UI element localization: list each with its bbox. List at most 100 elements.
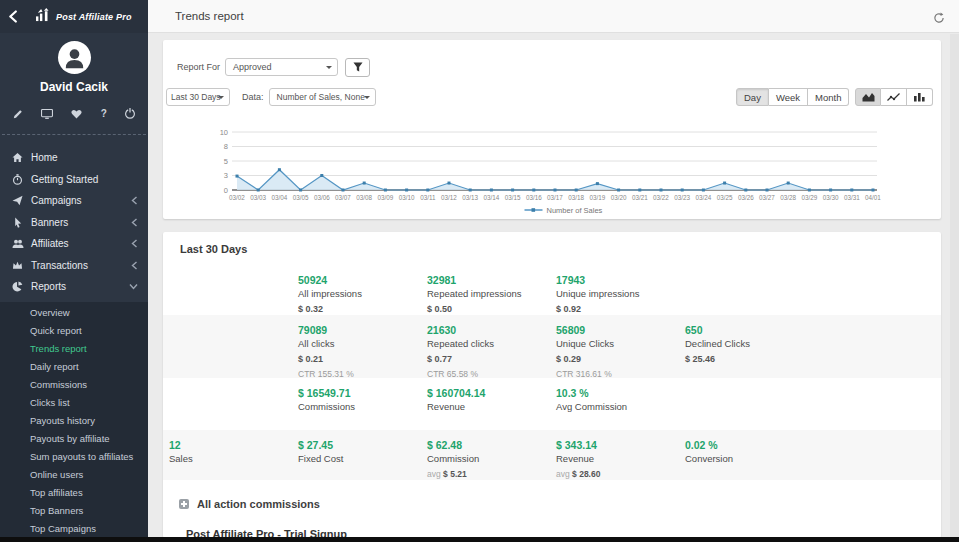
period-month-button[interactable]: Month (808, 88, 849, 106)
submenu-item-online-users[interactable]: Online users (0, 466, 148, 484)
date-range-select[interactable]: Last 30 Days (166, 88, 230, 106)
refresh-icon[interactable] (933, 10, 945, 28)
chevron-left-icon (131, 218, 138, 227)
stat-all-impressions: 50924All impressions$ 0.32 (298, 274, 424, 314)
submenu-item-daily-report[interactable]: Daily report (0, 358, 148, 376)
line-chart-button[interactable] (881, 88, 907, 106)
stat-value: $ 343.14 (556, 439, 682, 451)
submenu-item-label: Daily report (30, 361, 79, 372)
svg-text:03/09: 03/09 (378, 194, 394, 201)
sidebar-item-reports[interactable]: Reports (0, 276, 148, 298)
stat-value: $ 62.48 (427, 439, 553, 451)
chevron-left-icon (131, 196, 138, 205)
svg-text:03/22: 03/22 (653, 194, 669, 201)
submenu-item-trends-report[interactable]: Trends report (0, 340, 148, 358)
chart-svg: 03581003/0203/0303/0403/0503/0603/0703/0… (163, 125, 941, 219)
stat-label: All clicks (298, 338, 424, 349)
all-action-commissions-row[interactable]: All action commissions (179, 498, 320, 510)
submenu-item-top-banners[interactable]: Top Banners (0, 502, 148, 520)
stat-unique-clicks: 56809Unique Clicks$ 0.29CTR 316.61 % (556, 324, 682, 379)
stat-label: Repeated impressions (427, 288, 553, 299)
sidebar-item-label: Home (31, 152, 138, 163)
power-icon[interactable] (125, 108, 135, 119)
svg-text:03/23: 03/23 (674, 194, 690, 201)
svg-text:03/10: 03/10 (399, 194, 415, 201)
stat-label: Revenue (427, 401, 553, 412)
sidebar-item-label: Campaigns (31, 195, 131, 206)
bar-chart-button[interactable] (907, 88, 933, 106)
submenu-item-label: Top affiliates (30, 487, 83, 498)
submenu-item-label: Commissions (30, 379, 87, 390)
sidebar-item-home[interactable]: Home (0, 147, 148, 169)
svg-text:03/21: 03/21 (632, 194, 648, 201)
submenu-item-quick-report[interactable]: Quick report (0, 322, 148, 340)
stats-row: 79089All clicks$ 0.21CTR 155.31 %21630Re… (163, 315, 941, 378)
svg-text:03/29: 03/29 (802, 194, 818, 201)
report-for-select[interactable]: Approved (225, 58, 338, 76)
sidebar-item-label: Affiliates (31, 238, 131, 249)
chevron-down-icon (129, 283, 138, 290)
submenu-item-label: Online users (30, 469, 83, 480)
stat-value: 0.02 % (685, 439, 811, 451)
submenu-item-top-affiliates[interactable]: Top affiliates (0, 484, 148, 502)
stats-row: 50924All impressions$ 0.3232981 Repeated … (163, 265, 941, 315)
user-name: David Cacik (0, 80, 148, 94)
data-select[interactable]: Number of Sales, None (269, 88, 376, 106)
submenu-item-payouts-by-affiliate[interactable]: Payouts by affiliate (0, 430, 148, 448)
submenu-item-commissions[interactable]: Commissions (0, 376, 148, 394)
stat-value: $ 16549.71 (298, 387, 424, 399)
expand-icon[interactable] (179, 499, 189, 509)
stat-value: 21630 (427, 324, 553, 336)
period-day-button[interactable]: Day (736, 88, 769, 106)
submenu-item-overview[interactable]: Overview (0, 304, 148, 322)
svg-text:04/01: 04/01 (865, 194, 881, 201)
crown-icon (12, 260, 25, 270)
submenu-item-payouts-history[interactable]: Payouts history (0, 412, 148, 430)
submenu-item-sum-payouts-to-affiliates[interactable]: Sum payouts to affiliates (0, 448, 148, 466)
sidebar-item-getting-started[interactable]: Getting Started (0, 169, 148, 191)
heart-icon[interactable] (71, 109, 82, 119)
period-toggle: DayWeekMonth (736, 88, 849, 106)
stat-value: $ 27.45 (298, 439, 424, 451)
scrollbar[interactable] (950, 34, 959, 542)
sidebar-item-affiliates[interactable]: Affiliates (0, 233, 148, 255)
topbar: Trends report (148, 0, 959, 33)
stat-label: Conversion (685, 453, 811, 464)
stat-value: 79089 (298, 324, 424, 336)
svg-text:03/02: 03/02 (229, 194, 245, 201)
submenu-item-top-campaigns[interactable]: Top Campaigns (0, 520, 148, 538)
submenu-item-clicks-list[interactable]: Clicks list (0, 394, 148, 412)
stat-label: Commissions (298, 401, 424, 412)
period-week-button[interactable]: Week (769, 88, 808, 106)
stat-label: Unique Clicks (556, 338, 682, 349)
svg-text:03/03: 03/03 (250, 194, 266, 201)
stat-value: 32981 (427, 274, 553, 286)
svg-text:8: 8 (224, 142, 228, 151)
stat-label: Commission (427, 453, 553, 464)
submenu-item-label: Clicks list (30, 397, 70, 408)
reports-submenu: OverviewQuick reportTrends report Daily r… (0, 302, 148, 542)
report-for-row: Report For Approved (163, 57, 941, 77)
data-label: Data: (242, 92, 264, 102)
svg-text:03/12: 03/12 (441, 194, 457, 201)
svg-text:03/27: 03/27 (759, 194, 775, 201)
svg-text:03/17: 03/17 (547, 194, 563, 201)
stat-cost: $ 0.21 (298, 354, 424, 364)
chart-options-row: Last 30 Days Data: Number of Sales, None… (163, 88, 941, 106)
sidebar-item-transactions[interactable]: Transactions (0, 255, 148, 277)
sidebar-item-label: Getting Started (31, 174, 138, 185)
filter-button[interactable] (345, 58, 370, 77)
stats-title: Last 30 Days (180, 243, 247, 255)
help-icon[interactable]: ? (101, 109, 107, 119)
area-chart-button[interactable] (855, 88, 881, 106)
sidebar-item-banners[interactable]: Banners (0, 212, 148, 234)
sidebar-item-campaigns[interactable]: Campaigns (0, 190, 148, 212)
monitor-icon[interactable] (41, 109, 53, 119)
avatar[interactable] (58, 41, 91, 74)
back-icon[interactable] (8, 10, 28, 23)
stat-avg: avg $ 5.21 (427, 469, 553, 479)
stat-sales: 12Sales (169, 439, 295, 464)
sales-trend-chart: 03581003/0203/0303/0403/0503/0603/0703/0… (163, 125, 941, 219)
pencil-icon[interactable] (13, 109, 23, 119)
logo-bar: Post Affiliate Pro (0, 0, 148, 33)
